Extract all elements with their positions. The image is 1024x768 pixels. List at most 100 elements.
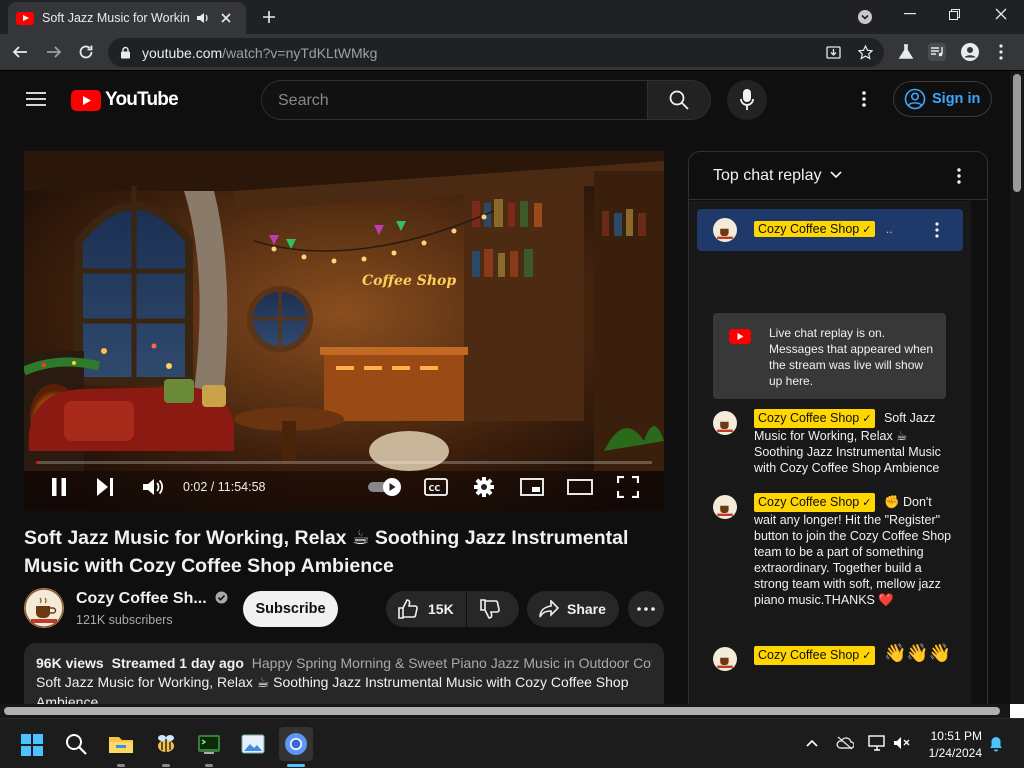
dislike-button[interactable] — [467, 591, 519, 627]
search-taskbar-icon[interactable] — [65, 733, 87, 755]
thumbs-down-icon — [480, 599, 500, 619]
video-description[interactable]: 96K views Streamed 1 day ago Happy Sprin… — [24, 643, 664, 705]
file-explorer-taskbar-icon[interactable] — [104, 727, 138, 761]
show-hidden-icons-icon[interactable] — [806, 739, 818, 747]
voice-search-button[interactable] — [727, 80, 767, 120]
chat-author-chip[interactable]: Cozy Coffee Shop ✓ — [754, 646, 876, 665]
browser-menu-icon[interactable] — [999, 44, 1003, 60]
terminal-running-indicator — [205, 764, 213, 767]
install-app-icon[interactable] — [826, 45, 841, 60]
channel-avatar[interactable] — [24, 588, 64, 628]
pinned-author-chip: Cozy Coffee Shop ✓ .. — [754, 220, 893, 238]
chat-menu-icon[interactable] — [957, 168, 961, 184]
bookmark-star-icon[interactable] — [858, 45, 873, 60]
search-button[interactable] — [647, 80, 711, 120]
chat-author-chip[interactable]: Cozy Coffee Shop ✓ — [754, 493, 876, 512]
back-icon[interactable] — [12, 44, 28, 60]
clock-date[interactable]: 1/24/2024 — [924, 746, 982, 760]
next-video-icon[interactable] — [96, 478, 114, 496]
search-input[interactable]: Search — [261, 80, 648, 120]
settings-menu-icon[interactable] — [862, 91, 866, 107]
miniplayer-icon[interactable] — [520, 478, 544, 496]
windows-start-icon[interactable] — [21, 734, 43, 756]
channel-name[interactable]: Cozy Coffee Sh... — [76, 590, 228, 608]
chat-message-body: Cozy Coffee Shop ✓ ✊ Don't wait any longe… — [754, 493, 954, 608]
channel-name-text: Cozy Coffee Sh... — [76, 590, 207, 607]
fullscreen-icon[interactable] — [617, 476, 639, 498]
chat-scrollbar[interactable] — [971, 201, 987, 710]
like-button[interactable]: 15K — [386, 591, 466, 627]
extensions-lab-icon[interactable] — [898, 44, 914, 60]
subscribe-button[interactable]: Subscribe — [243, 591, 338, 627]
pinned-author-name: Cozy Coffee Shop — [758, 222, 860, 236]
chat-author-chip[interactable]: Cozy Coffee Shop ✓ — [754, 409, 876, 428]
closed-captions-icon[interactable]: CC — [424, 477, 448, 497]
coffee-shop-neon-sign: Coffee Shop — [362, 273, 456, 289]
more-actions-button[interactable] — [628, 591, 664, 627]
browser-tab-strip: Soft Jazz Music for Working, Relax — [0, 0, 1024, 34]
share-button[interactable]: Share — [527, 591, 619, 627]
pause-icon[interactable] — [51, 478, 67, 496]
youtube-logo-text: YouTube — [105, 89, 179, 110]
chat-author-avatar[interactable] — [713, 495, 737, 519]
hamburger-menu-icon[interactable] — [26, 91, 46, 107]
notifications-bell-icon[interactable] — [989, 736, 1003, 752]
progress-bar[interactable] — [36, 461, 652, 464]
address-bar[interactable]: youtube.com/watch?v=nyTdKLtWMkg — [108, 38, 884, 67]
chat-message-text: 👋👋👋 — [883, 643, 952, 663]
chat-author-name: Cozy Coffee Shop — [758, 648, 860, 662]
clock-time[interactable]: 10:51 PM — [924, 729, 982, 743]
restore-icon[interactable] — [949, 9, 960, 20]
theater-mode-icon[interactable] — [567, 478, 593, 496]
youtube-logo[interactable]: YouTube — [71, 88, 179, 112]
live-chat-panel: Top chat replay Cozy Coffee Shop ✓ .. Liv… — [688, 151, 988, 711]
scrollbar-corner — [1010, 704, 1024, 718]
network-icon[interactable] — [868, 735, 886, 751]
browser-tab[interactable]: Soft Jazz Music for Working, Relax — [8, 2, 246, 34]
notice-text: Live chat replay is on. Messages that ap… — [769, 326, 934, 388]
bee-app-taskbar-icon[interactable] — [149, 727, 183, 761]
page-horizontal-scrollbar[interactable] — [0, 704, 1010, 718]
terminal-app-taskbar-icon[interactable] — [192, 727, 226, 761]
verified-badge-icon — [215, 591, 228, 604]
close-tab-icon[interactable] — [220, 12, 232, 24]
chat-author-name: Cozy Coffee Shop — [758, 411, 860, 425]
chat-mode-dropdown[interactable]: Top chat replay — [713, 167, 842, 185]
thumbs-up-icon — [398, 599, 418, 619]
volume-icon[interactable] — [142, 477, 164, 497]
media-control-icon[interactable] — [928, 43, 946, 61]
chat-message: Cozy Coffee Shop ✓ Soft Jazz Music for Wo… — [713, 409, 953, 489]
volume-muted-icon[interactable] — [893, 736, 911, 750]
cozy-coffee-logo-icon — [713, 411, 737, 435]
vertical-scroll-thumb[interactable] — [1013, 74, 1021, 192]
pinned-menu-icon[interactable] — [935, 222, 939, 238]
video-player[interactable]: Coffee Shop 0:02 / 11:54:58 CC — [24, 151, 664, 511]
chat-message-body: Cozy Coffee Shop ✓ 👋👋👋 — [754, 643, 954, 665]
autoplay-toggle-icon[interactable] — [366, 477, 402, 497]
profile-icon[interactable] — [961, 43, 979, 61]
page-vertical-scrollbar[interactable] — [1010, 71, 1024, 704]
audio-playing-icon[interactable] — [196, 11, 210, 25]
browser-toolbar: youtube.com/watch?v=nyTdKLtWMkg — [0, 34, 1024, 71]
pinned-author-avatar — [713, 218, 737, 242]
chevron-down-icon — [830, 171, 842, 179]
settings-gear-icon[interactable] — [473, 476, 495, 498]
tab-title: Soft Jazz Music for Working, Relax — [42, 11, 190, 25]
tab-search-icon[interactable] — [858, 10, 872, 24]
chrome-taskbar-icon[interactable] — [279, 727, 313, 761]
new-tab-icon[interactable] — [262, 10, 276, 24]
reload-icon[interactable] — [78, 44, 94, 60]
account-circle-icon — [904, 88, 926, 110]
photos-app-taskbar-icon[interactable] — [236, 727, 270, 761]
close-window-icon[interactable] — [995, 8, 1007, 20]
minimize-icon[interactable] — [904, 13, 916, 15]
horizontal-scroll-thumb[interactable] — [4, 707, 1000, 715]
chat-author-avatar[interactable] — [713, 411, 737, 435]
forward-icon[interactable] — [46, 44, 62, 60]
sign-in-button[interactable]: Sign in — [893, 81, 992, 117]
onedrive-offline-icon[interactable] — [836, 736, 854, 750]
lock-icon[interactable] — [120, 46, 131, 59]
chat-author-avatar[interactable] — [713, 647, 737, 671]
pinned-message[interactable]: Cozy Coffee Shop ✓ .. — [697, 209, 963, 251]
chat-message-body: Cozy Coffee Shop ✓ Soft Jazz Music for Wo… — [754, 409, 954, 476]
